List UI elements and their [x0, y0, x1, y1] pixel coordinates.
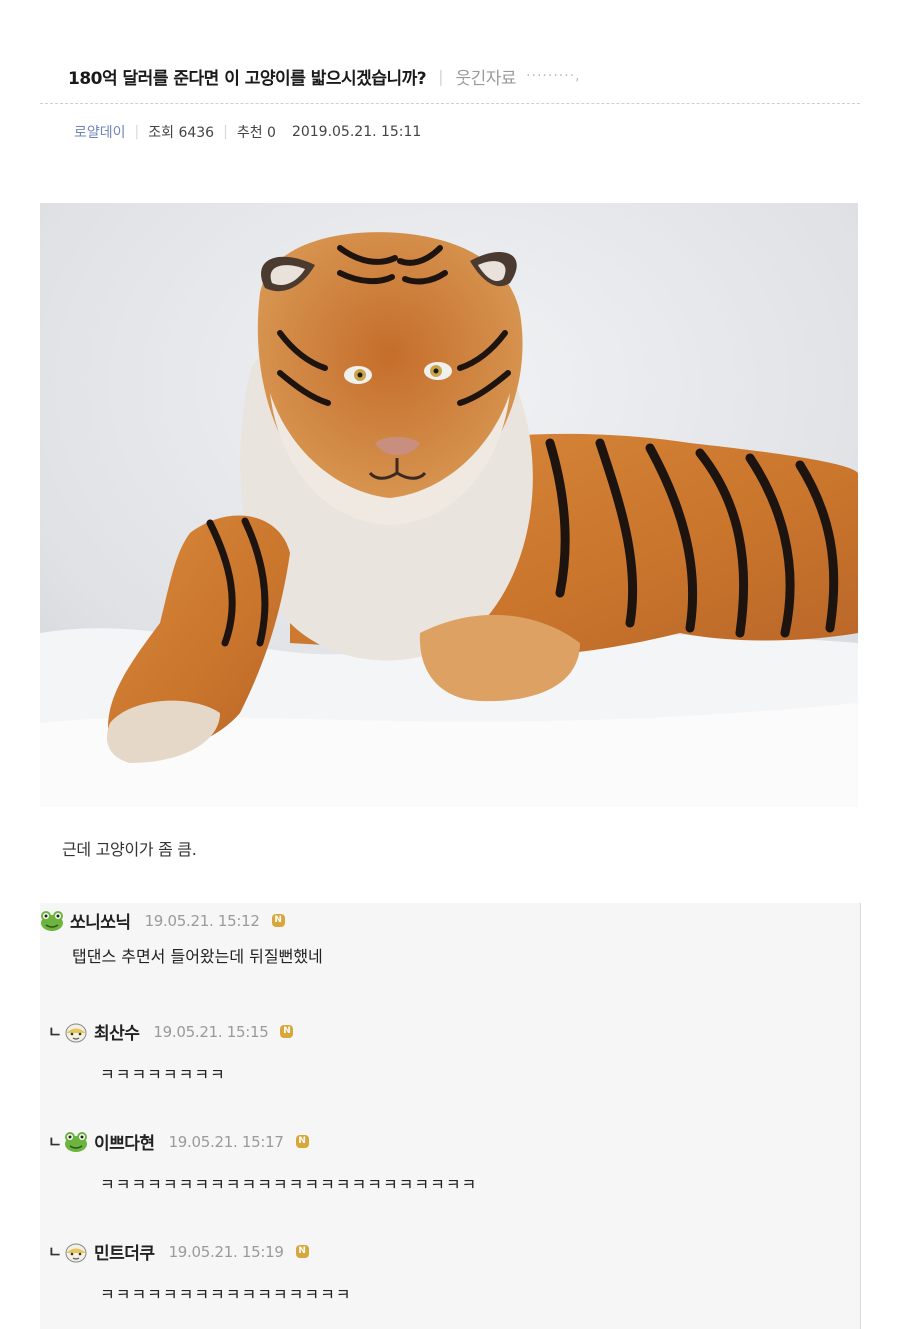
comment-header: 쏘니쏘닉 19.05.21. 15:12 N [40, 908, 285, 933]
title-divider [40, 103, 860, 104]
meta-separator: | [223, 124, 228, 140]
title-row: 180억 달러를 준다면 이 고양이를 밟으시겠습니까? | 웃긴자료 ····… [68, 56, 581, 96]
tiger-photo [40, 203, 858, 807]
comment-text: ㅋㅋㅋㅋㅋㅋㅋㅋㅋㅋㅋㅋㅋㅋㅋㅋㅋㅋㅋㅋㅋㅋㅋㅋ [100, 1175, 478, 1194]
reply-indicator: ㄴ [48, 1243, 62, 1261]
comment-date: 19.05.21. 15:12 [144, 911, 260, 930]
reply-indicator: ㄴ [48, 1133, 62, 1151]
comment-header: ㄴ 이쁘다현 19.05.21. 15:17 N [48, 1129, 309, 1154]
comment-date: 19.05.21. 15:15 [153, 1022, 269, 1041]
comment-author[interactable]: 최산수 [94, 1019, 140, 1044]
comment-text: ㅋㅋㅋㅋㅋㅋㅋㅋㅋㅋㅋㅋㅋㅋㅋㅋ [100, 1285, 352, 1304]
comment-date: 19.05.21. 15:17 [168, 1132, 284, 1151]
comment-header: ㄴ 민트더쿠 19.05.21. 15:19 N [48, 1239, 309, 1264]
comment-author[interactable]: 민트더쿠 [94, 1239, 155, 1264]
frog-icon [64, 1130, 88, 1154]
egg-face-icon [64, 1020, 88, 1044]
new-badge: N [271, 914, 285, 927]
post-author[interactable]: 로얄데이 [74, 122, 126, 142]
reply-indicator: ㄴ [48, 1023, 62, 1041]
comment-date: 19.05.21. 15:19 [168, 1242, 284, 1261]
egg-face-icon [64, 1240, 88, 1264]
post-views: 조회 6436 [148, 125, 215, 141]
meta-separator: | [134, 124, 140, 140]
frog-icon [40, 909, 64, 933]
comment-text: 탭댄스 추면서 들어왔는데 뒤질뻔했네 [72, 947, 323, 966]
post-datetime: 2019.05.21. 15:11 [291, 124, 422, 140]
post-meta: 로얄데이 | 조회 6436 | 추천 0 2019.05.21. 15:11 [74, 122, 421, 142]
post-body: 근데 고양이가 좀 큼. [62, 840, 197, 859]
comment-author[interactable]: 쏘니쏘닉 [70, 908, 131, 933]
title-separator: | [438, 66, 444, 86]
comment-list: 쏘니쏘닉 19.05.21. 15:12 N 탭댄스 추면서 들어왔는데 뒤질뻔… [40, 903, 861, 1329]
post-recommend: 추천 0 [236, 125, 276, 141]
new-badge: N [295, 1245, 309, 1258]
new-badge: N [280, 1025, 294, 1038]
tiger-image [40, 203, 858, 807]
comment-author[interactable]: 이쁘다현 [94, 1129, 155, 1154]
post-title: 180억 달러를 준다면 이 고양이를 밟으시겠습니까? [68, 68, 427, 89]
comment-text: ㅋㅋㅋㅋㅋㅋㅋㅋ [100, 1065, 226, 1084]
title-dots: ·········, [526, 68, 581, 84]
post-category[interactable]: 웃긴자료 [456, 64, 517, 89]
new-badge: N [295, 1135, 309, 1148]
comment-header: ㄴ 최산수 19.05.21. 15:15 N [48, 1019, 294, 1044]
